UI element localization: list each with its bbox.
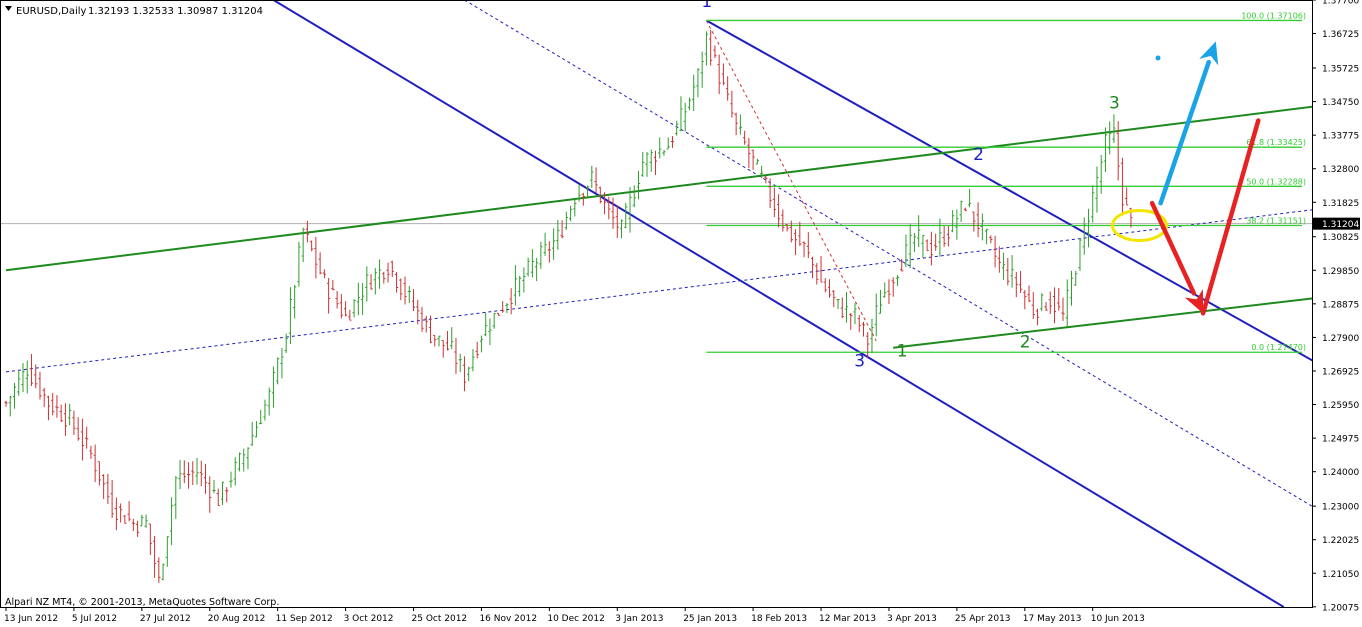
wave-label: 2 xyxy=(1020,333,1031,353)
x-tick-label: 27 Jul 2012 xyxy=(140,614,191,624)
y-tick-label: 1.31825 xyxy=(1322,199,1359,209)
y-tick-label: 1.33775 xyxy=(1322,132,1359,142)
y-tick-label: 1.23000 xyxy=(1322,503,1359,513)
price-chart[interactable]: 100.0 (1.37106) 61.8 (1.33425) 50.0 (1.322… xyxy=(0,0,1362,627)
blue-dot xyxy=(1155,55,1161,61)
y-tick-label: 1.25950 xyxy=(1322,401,1359,411)
ohlc-values: 1.32193 1.32533 1.30987 1.31204 xyxy=(88,6,263,17)
chart-header: EURUSD,Daily 1.32193 1.32533 1.30987 1.3… xyxy=(5,6,263,17)
y-tick-label: 1.32800 xyxy=(1322,165,1359,175)
y-tick-label: 1.27900 xyxy=(1322,334,1359,344)
x-tick-label: 13 Jun 2012 xyxy=(4,614,58,624)
current-price-label: 1.31204 xyxy=(1322,220,1359,230)
x-tick-label: 17 May 2013 xyxy=(1023,614,1082,624)
wave-label: 3 xyxy=(854,352,865,372)
x-tick-label: 11 Sep 2012 xyxy=(276,614,333,624)
copyright-text: Alpari NZ MT4, © 2001-2013, MetaQuotes S… xyxy=(5,597,279,608)
x-tick-label: 25 Jan 2013 xyxy=(683,614,737,624)
x-tick-label: 10 Jun 2013 xyxy=(1091,614,1145,624)
y-tick-label: 1.30825 xyxy=(1322,233,1359,243)
x-tick-label: 3 Jan 2013 xyxy=(615,614,663,624)
x-tick-label: 5 Jul 2012 xyxy=(72,614,117,624)
y-tick-label: 1.21050 xyxy=(1322,570,1359,580)
symbol-label: EURUSD,Daily xyxy=(16,6,87,17)
fib-level-label: 61.8 (1.33425) xyxy=(1246,138,1306,147)
x-tick-label: 3 Apr 2013 xyxy=(887,614,937,624)
y-tick-label: 1.28875 xyxy=(1322,300,1359,310)
y-tick-label: 1.34750 xyxy=(1322,98,1359,108)
wave-label: 1 xyxy=(897,341,908,361)
x-tick-label: 25 Apr 2013 xyxy=(955,614,1011,624)
x-tick-label: 3 Oct 2012 xyxy=(344,614,394,624)
y-tick-label: 1.22025 xyxy=(1322,536,1359,546)
y-tick-label: 1.26925 xyxy=(1322,367,1359,377)
wave-label: 2 xyxy=(973,145,984,165)
fib-level-label: 38.2 (1.31151) xyxy=(1246,216,1306,225)
y-tick-label: 1.36725 xyxy=(1322,30,1359,40)
x-tick-label: 20 Aug 2012 xyxy=(208,614,266,624)
y-tick-label: 1.37700 xyxy=(1322,0,1359,7)
y-tick-label: 1.20075 xyxy=(1322,603,1359,613)
wave-label: 1 xyxy=(701,0,712,12)
x-tick-label: 10 Dec 2012 xyxy=(547,614,605,624)
y-tick-label: 1.24975 xyxy=(1322,435,1359,445)
fib-level-label: 100.0 (1.37106) xyxy=(1241,11,1306,20)
fib-level-label: 50.0 (1.32288) xyxy=(1246,177,1306,186)
y-tick-label: 1.29850 xyxy=(1322,267,1359,277)
fib-level-label: 0.0 (1.27470) xyxy=(1251,343,1306,352)
wave-label: 3 xyxy=(1109,93,1120,113)
x-tick-label: 25 Oct 2012 xyxy=(412,614,468,624)
y-tick-label: 1.35725 xyxy=(1322,64,1359,74)
chart-background xyxy=(0,0,1362,627)
x-tick-label: 16 Nov 2012 xyxy=(479,614,537,624)
y-tick-label: 1.24000 xyxy=(1322,468,1359,478)
x-tick-label: 12 Mar 2013 xyxy=(819,614,876,624)
x-tick-label: 18 Feb 2013 xyxy=(751,614,807,624)
